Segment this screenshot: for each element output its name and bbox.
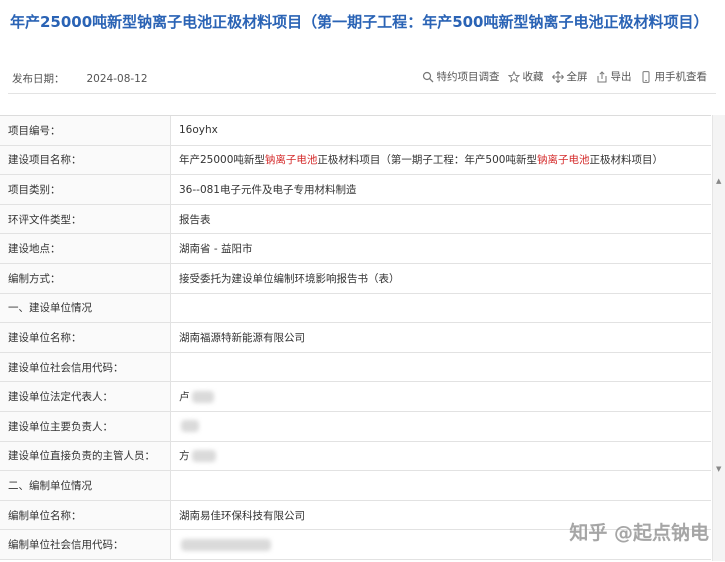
name-part: 年产25000吨新型 bbox=[179, 154, 265, 167]
favorite-label: 收藏 bbox=[522, 71, 544, 83]
row-key: 项目编号： bbox=[0, 116, 171, 146]
table-row: 建设项目名称： 年产25000吨新型钠离子电池正极材料项目（第一期子工程：年产5… bbox=[0, 145, 711, 176]
redacted-mark bbox=[181, 420, 199, 433]
star-icon bbox=[507, 70, 520, 83]
search-icon bbox=[422, 71, 433, 82]
row-value bbox=[170, 293, 711, 324]
fullscreen-label: 全屏 bbox=[566, 71, 588, 83]
row-key: 环评文件类型： bbox=[0, 204, 171, 235]
row-key: 编制方式： bbox=[0, 263, 171, 294]
table-row: 建设单位主要负责人： bbox=[0, 411, 711, 442]
row-key: 编制单位名称： bbox=[0, 500, 171, 531]
row-value-project-name: 年产25000吨新型钠离子电池正极材料项目（第一期子工程：年产500吨新型钠离子… bbox=[170, 145, 711, 176]
scroll-up-icon[interactable]: ▲ bbox=[716, 177, 721, 185]
table-row: 项目类别： 36--081电子元件及电子专用材料制造 bbox=[0, 174, 711, 205]
highlight-keyword: 钠离子电池 bbox=[264, 154, 318, 167]
row-value: 方 bbox=[170, 441, 711, 472]
highlight-keyword: 钠离子电池 bbox=[536, 154, 590, 167]
row-key: 建设单位名称： bbox=[0, 322, 171, 353]
row-key: 建设单位社会信用代码： bbox=[0, 352, 171, 383]
row-value: 36--081电子元件及电子专用材料制造 bbox=[170, 174, 711, 205]
scroll-down-icon[interactable]: ▼ bbox=[716, 465, 721, 473]
publish-info: 发布日期： 2024-08-12 bbox=[12, 71, 148, 86]
action-toolbar: 特约项目调查 收藏 全屏 导出 用手机查看 bbox=[414, 69, 708, 84]
mobile-view-label: 用手机查看 bbox=[654, 71, 708, 83]
section-heading: 二、编制单位情况 bbox=[0, 470, 171, 501]
table-row: 建设单位法定代表人： 卢 bbox=[0, 381, 711, 412]
table-row: 项目编号： 16oyhx bbox=[0, 116, 711, 146]
export-label: 导出 bbox=[610, 71, 632, 83]
mobile-view-button[interactable]: 用手机查看 bbox=[640, 69, 708, 84]
project-info-sheet: 项目编号： 16oyhx 建设项目名称： 年产25000吨新型钠离子电池正极材料… bbox=[0, 115, 711, 562]
redacted-mark bbox=[191, 450, 216, 463]
redacted-mark bbox=[191, 391, 214, 404]
row-key: 建设单位直接负责的主管人员： bbox=[0, 441, 171, 472]
value-text: 方 bbox=[179, 450, 190, 463]
survey-button[interactable]: 特约项目调查 bbox=[422, 69, 500, 84]
row-value: 湖南省 - 益阳市 bbox=[170, 233, 711, 264]
publish-label: 发布日期： bbox=[12, 73, 65, 85]
watermark: 知乎 @起点钠电 bbox=[569, 522, 709, 544]
row-key: 建设单位主要负责人： bbox=[0, 411, 171, 442]
section-row: 一、建设单位情况 bbox=[0, 293, 711, 324]
value-text: 卢 bbox=[179, 391, 190, 404]
project-info-table: 项目编号： 16oyhx 建设项目名称： 年产25000吨新型钠离子电池正极材料… bbox=[0, 116, 711, 560]
table-row: 建设地点： 湖南省 - 益阳市 bbox=[0, 233, 711, 264]
export-button[interactable]: 导出 bbox=[596, 69, 632, 84]
row-key: 编制单位社会信用代码： bbox=[0, 529, 171, 560]
row-key: 建设地点： bbox=[0, 233, 171, 264]
redacted-mark bbox=[181, 538, 271, 551]
row-key: 项目类别： bbox=[0, 174, 171, 205]
row-value: 湖南福源特新能源有限公司 bbox=[170, 322, 711, 353]
row-value: 接受委托为建设单位编制环境影响报告书（表） bbox=[170, 263, 711, 294]
fullscreen-button[interactable]: 全屏 bbox=[551, 69, 588, 84]
table-row: 环评文件类型： 报告表 bbox=[0, 204, 711, 235]
name-part: 正极材料项目（第一期子工程：年产500吨新型 bbox=[317, 154, 537, 167]
fullscreen-icon bbox=[551, 70, 564, 83]
favorite-button[interactable]: 收藏 bbox=[507, 69, 544, 84]
table-row: 建设单位名称： 湖南福源特新能源有限公司 bbox=[0, 322, 711, 353]
row-value: 卢 bbox=[170, 381, 711, 412]
row-value bbox=[170, 411, 711, 442]
row-key: 建设单位法定代表人： bbox=[0, 381, 171, 412]
row-value bbox=[170, 352, 711, 383]
page-title: 年产25000吨新型钠离子电池正极材料项目（第一期子工程：年产500吨新型钠离子… bbox=[10, 13, 709, 31]
row-value bbox=[170, 470, 711, 501]
meta-bar: 发布日期： 2024-08-12 特约项目调查 收藏 全屏 导出 用手机查看 bbox=[10, 69, 715, 87]
section-heading: 一、建设单位情况 bbox=[0, 293, 171, 324]
section-row: 二、编制单位情况 bbox=[0, 470, 711, 501]
survey-label: 特约项目调查 bbox=[436, 71, 500, 83]
table-row: 建设单位社会信用代码： bbox=[0, 352, 711, 383]
row-key: 建设项目名称： bbox=[0, 145, 171, 176]
table-row: 编制方式： 接受委托为建设单位编制环境影响报告书（表） bbox=[0, 263, 711, 294]
name-part: 正极材料项目） bbox=[589, 154, 663, 167]
table-row: 建设单位直接负责的主管人员： 方 bbox=[0, 441, 711, 472]
phone-icon bbox=[642, 70, 649, 83]
publish-date: 2024-08-12 bbox=[86, 73, 148, 85]
row-value: 报告表 bbox=[170, 204, 711, 235]
row-value: 16oyhx bbox=[170, 116, 711, 146]
vertical-scrollbar[interactable]: ▲ ▼ bbox=[712, 115, 725, 561]
export-icon bbox=[597, 70, 606, 82]
divider bbox=[8, 93, 716, 94]
